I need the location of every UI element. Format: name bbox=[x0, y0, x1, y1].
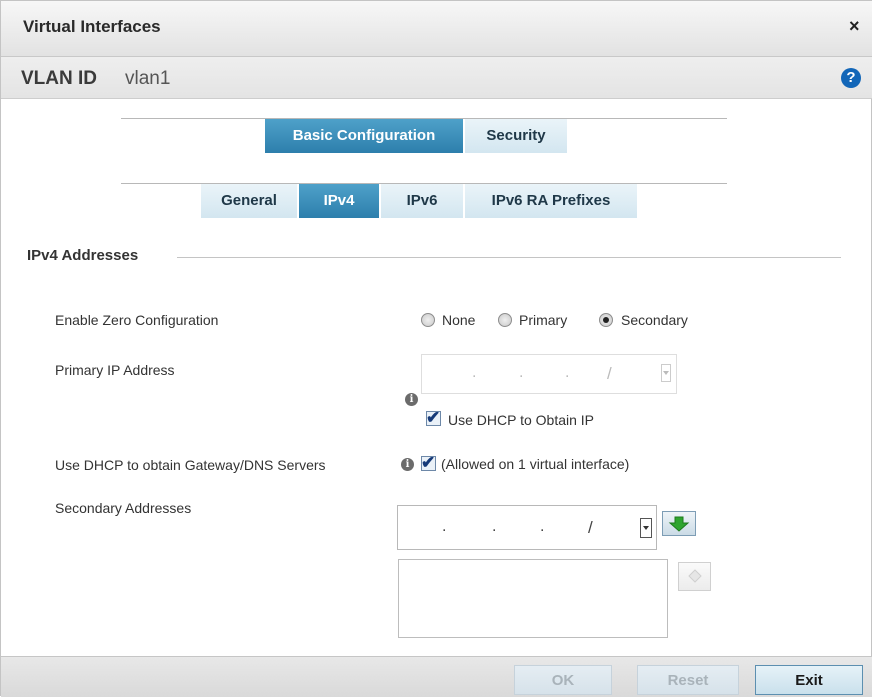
info-icon: i bbox=[401, 458, 414, 471]
ip-separator: . bbox=[540, 518, 545, 535]
radio-primary[interactable] bbox=[498, 313, 512, 327]
ip-separator: . bbox=[519, 364, 524, 381]
radio-secondary[interactable] bbox=[599, 313, 613, 327]
dhcp-gateway-checkbox[interactable]: ✔ bbox=[421, 453, 436, 472]
chevron-down-icon bbox=[643, 526, 649, 530]
help-icon[interactable]: ? bbox=[841, 68, 861, 88]
vlan-id-value: vlan1 bbox=[125, 68, 171, 89]
secondary-addresses-list[interactable] bbox=[398, 559, 668, 638]
mask-separator: / bbox=[588, 518, 593, 537]
dialog-footer: OK Reset Exit bbox=[1, 656, 872, 697]
secondary-addresses-label: Secondary Addresses bbox=[55, 500, 192, 516]
tab-general[interactable]: General bbox=[201, 184, 297, 218]
section-title-ipv4-addresses: IPv4 Addresses bbox=[27, 247, 139, 264]
ip-separator: . bbox=[492, 518, 497, 535]
tab-ipv6-ra-prefixes[interactable]: IPv6 RA Prefixes bbox=[465, 184, 637, 218]
ip-separator: . bbox=[472, 364, 477, 381]
primary-ip-label: Primary IP Address bbox=[55, 362, 175, 378]
dhcp-obtain-ip-checkbox[interactable]: ✔ bbox=[426, 408, 441, 427]
tab-basic-configuration[interactable]: Basic Configuration bbox=[265, 119, 463, 153]
tab-ipv6[interactable]: IPv6 bbox=[381, 184, 463, 218]
exit-button[interactable]: Exit bbox=[755, 665, 863, 695]
tab-security[interactable]: Security bbox=[465, 119, 567, 153]
vlan-id-label: VLAN ID bbox=[21, 68, 97, 89]
radio-secondary-label: Secondary bbox=[621, 312, 688, 328]
secondary-ip-input[interactable]: . . . / bbox=[397, 505, 657, 550]
dhcp-obtain-ip-label: Use DHCP to Obtain IP bbox=[448, 412, 595, 428]
info-icon: i bbox=[405, 393, 418, 406]
tab-ipv4[interactable]: IPv4 bbox=[299, 184, 379, 218]
title-bar: Virtual Interfaces × bbox=[1, 1, 872, 57]
mask-dropdown[interactable] bbox=[661, 364, 671, 382]
radio-none-label: None bbox=[442, 312, 476, 328]
zero-config-label: Enable Zero Configuration bbox=[55, 312, 219, 328]
remove-icon bbox=[688, 569, 702, 583]
dialog-title: Virtual Interfaces bbox=[23, 17, 161, 36]
radio-none[interactable] bbox=[421, 313, 435, 327]
ok-button[interactable]: OK bbox=[514, 665, 612, 695]
chevron-down-icon bbox=[663, 371, 669, 375]
reset-button[interactable]: Reset bbox=[637, 665, 739, 695]
ip-separator: . bbox=[565, 364, 570, 381]
vlan-header: VLAN ID vlan1 ? bbox=[1, 57, 872, 99]
virtual-interfaces-dialog: Virtual Interfaces × VLAN ID vlan1 ? Bas… bbox=[0, 0, 872, 697]
mask-dropdown[interactable] bbox=[640, 518, 652, 538]
mask-separator: / bbox=[607, 364, 612, 383]
primary-ip-input[interactable]: . . . / bbox=[421, 354, 677, 394]
remove-address-button[interactable] bbox=[678, 562, 711, 591]
add-address-button[interactable] bbox=[662, 511, 696, 536]
green-down-arrow-icon bbox=[668, 516, 690, 532]
radio-primary-label: Primary bbox=[519, 312, 568, 328]
dhcp-gateway-note: (Allowed on 1 virtual interface) bbox=[441, 456, 630, 472]
ip-separator: . bbox=[442, 518, 447, 535]
dhcp-gateway-label: Use DHCP to obtain Gateway/DNS Servers bbox=[55, 457, 326, 473]
section-divider bbox=[177, 257, 841, 258]
close-icon[interactable]: × bbox=[849, 17, 860, 35]
